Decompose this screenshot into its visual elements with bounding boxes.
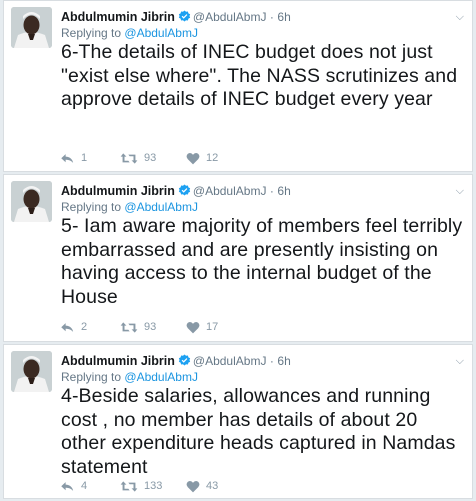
tweet-timeline: Abdulmumin Jibrin @AbdulAbmJ · 6h ⌵ Reply… <box>0 0 476 501</box>
reply-icon <box>61 153 74 163</box>
reply-button[interactable]: 4 <box>60 478 87 494</box>
author-name[interactable]: Abdulmumin Jibrin <box>61 354 175 368</box>
avatar[interactable] <box>11 351 52 392</box>
author-name[interactable]: Abdulmumin Jibrin <box>61 10 175 24</box>
retweet-count: 93 <box>144 152 157 164</box>
author-handle[interactable]: @AbdulAbmJ <box>193 354 267 368</box>
replying-to: Replying to @AbdulAbmJ <box>61 369 198 385</box>
separator-dot: · <box>269 10 274 24</box>
reply-button[interactable]: 1 <box>60 150 87 166</box>
chevron-down-icon[interactable]: ⌵ <box>456 183 464 199</box>
retweet-button[interactable]: 93 <box>120 150 156 166</box>
replying-to-user-link[interactable]: @AbdulAbmJ <box>124 370 198 384</box>
like-button[interactable]: 17 <box>186 319 218 335</box>
avatar[interactable] <box>11 7 52 48</box>
tweet-card[interactable]: Abdulmumin Jibrin @AbdulAbmJ · 6h ⌵ Reply… <box>3 344 473 499</box>
tweet-header: Abdulmumin Jibrin @AbdulAbmJ · 6h ⌵ <box>61 9 464 25</box>
retweet-icon <box>120 152 138 164</box>
retweet-button[interactable]: 93 <box>120 319 156 335</box>
retweet-icon <box>120 480 138 492</box>
heart-icon <box>186 321 200 333</box>
retweet-count: 133 <box>144 480 163 492</box>
like-count: 17 <box>206 321 219 333</box>
chevron-down-icon[interactable]: ⌵ <box>456 9 464 25</box>
tweet-header: Abdulmumin Jibrin @AbdulAbmJ · 6h ⌵ <box>61 353 464 369</box>
reply-icon <box>61 322 74 332</box>
tweet-card[interactable]: Abdulmumin Jibrin @AbdulAbmJ · 6h ⌵ Reply… <box>3 0 473 172</box>
reply-button[interactable]: 2 <box>60 319 87 335</box>
like-button[interactable]: 12 <box>186 150 218 166</box>
like-button[interactable]: 43 <box>186 478 218 494</box>
reply-count: 2 <box>81 321 88 333</box>
tweet-card[interactable]: Abdulmumin Jibrin @AbdulAbmJ · 6h ⌵ Reply… <box>3 174 473 342</box>
heart-icon <box>186 480 200 492</box>
replying-to-label: Replying to <box>61 200 122 214</box>
replying-to-user-link[interactable]: @AbdulAbmJ <box>124 200 198 214</box>
separator-dot: · <box>269 184 274 198</box>
tweet-header: Abdulmumin Jibrin @AbdulAbmJ · 6h ⌵ <box>61 183 464 199</box>
like-count: 12 <box>206 152 219 164</box>
tweet-text: 5- Iam aware majority of members feel te… <box>61 215 463 308</box>
replying-to-user-link[interactable]: @AbdulAbmJ <box>124 26 198 40</box>
tweet-text: 6-The details of INEC budget does not ju… <box>61 41 458 110</box>
author-handle[interactable]: @AbdulAbmJ <box>193 184 267 198</box>
replying-to: Replying to @AbdulAbmJ <box>61 199 198 215</box>
reply-count: 1 <box>81 152 88 164</box>
tweet-actions: 2 93 17 <box>60 319 280 335</box>
author-handle[interactable]: @AbdulAbmJ <box>193 10 267 24</box>
retweet-icon <box>120 321 138 333</box>
retweet-button[interactable]: 133 <box>120 478 162 494</box>
tweet-time[interactable]: 6h <box>277 184 290 198</box>
tweet-text: 4-Beside salaries, allowances and runnin… <box>61 385 456 478</box>
replying-to-label: Replying to <box>61 26 122 40</box>
heart-icon <box>186 152 200 164</box>
author-name[interactable]: Abdulmumin Jibrin <box>61 184 175 198</box>
separator-dot: · <box>269 354 274 368</box>
tweet-actions: 1 93 12 <box>60 150 280 166</box>
tweet-time[interactable]: 6h <box>277 10 290 24</box>
avatar[interactable] <box>11 181 52 222</box>
retweet-count: 93 <box>144 321 157 333</box>
tweet-actions: 4 133 43 <box>60 478 280 494</box>
chevron-down-icon[interactable]: ⌵ <box>456 353 464 369</box>
replying-to: Replying to @AbdulAbmJ <box>61 25 198 41</box>
like-count: 43 <box>206 480 219 492</box>
replying-to-label: Replying to <box>61 370 122 384</box>
tweet-time[interactable]: 6h <box>277 354 290 368</box>
reply-count: 4 <box>81 480 88 492</box>
reply-icon <box>61 481 74 491</box>
